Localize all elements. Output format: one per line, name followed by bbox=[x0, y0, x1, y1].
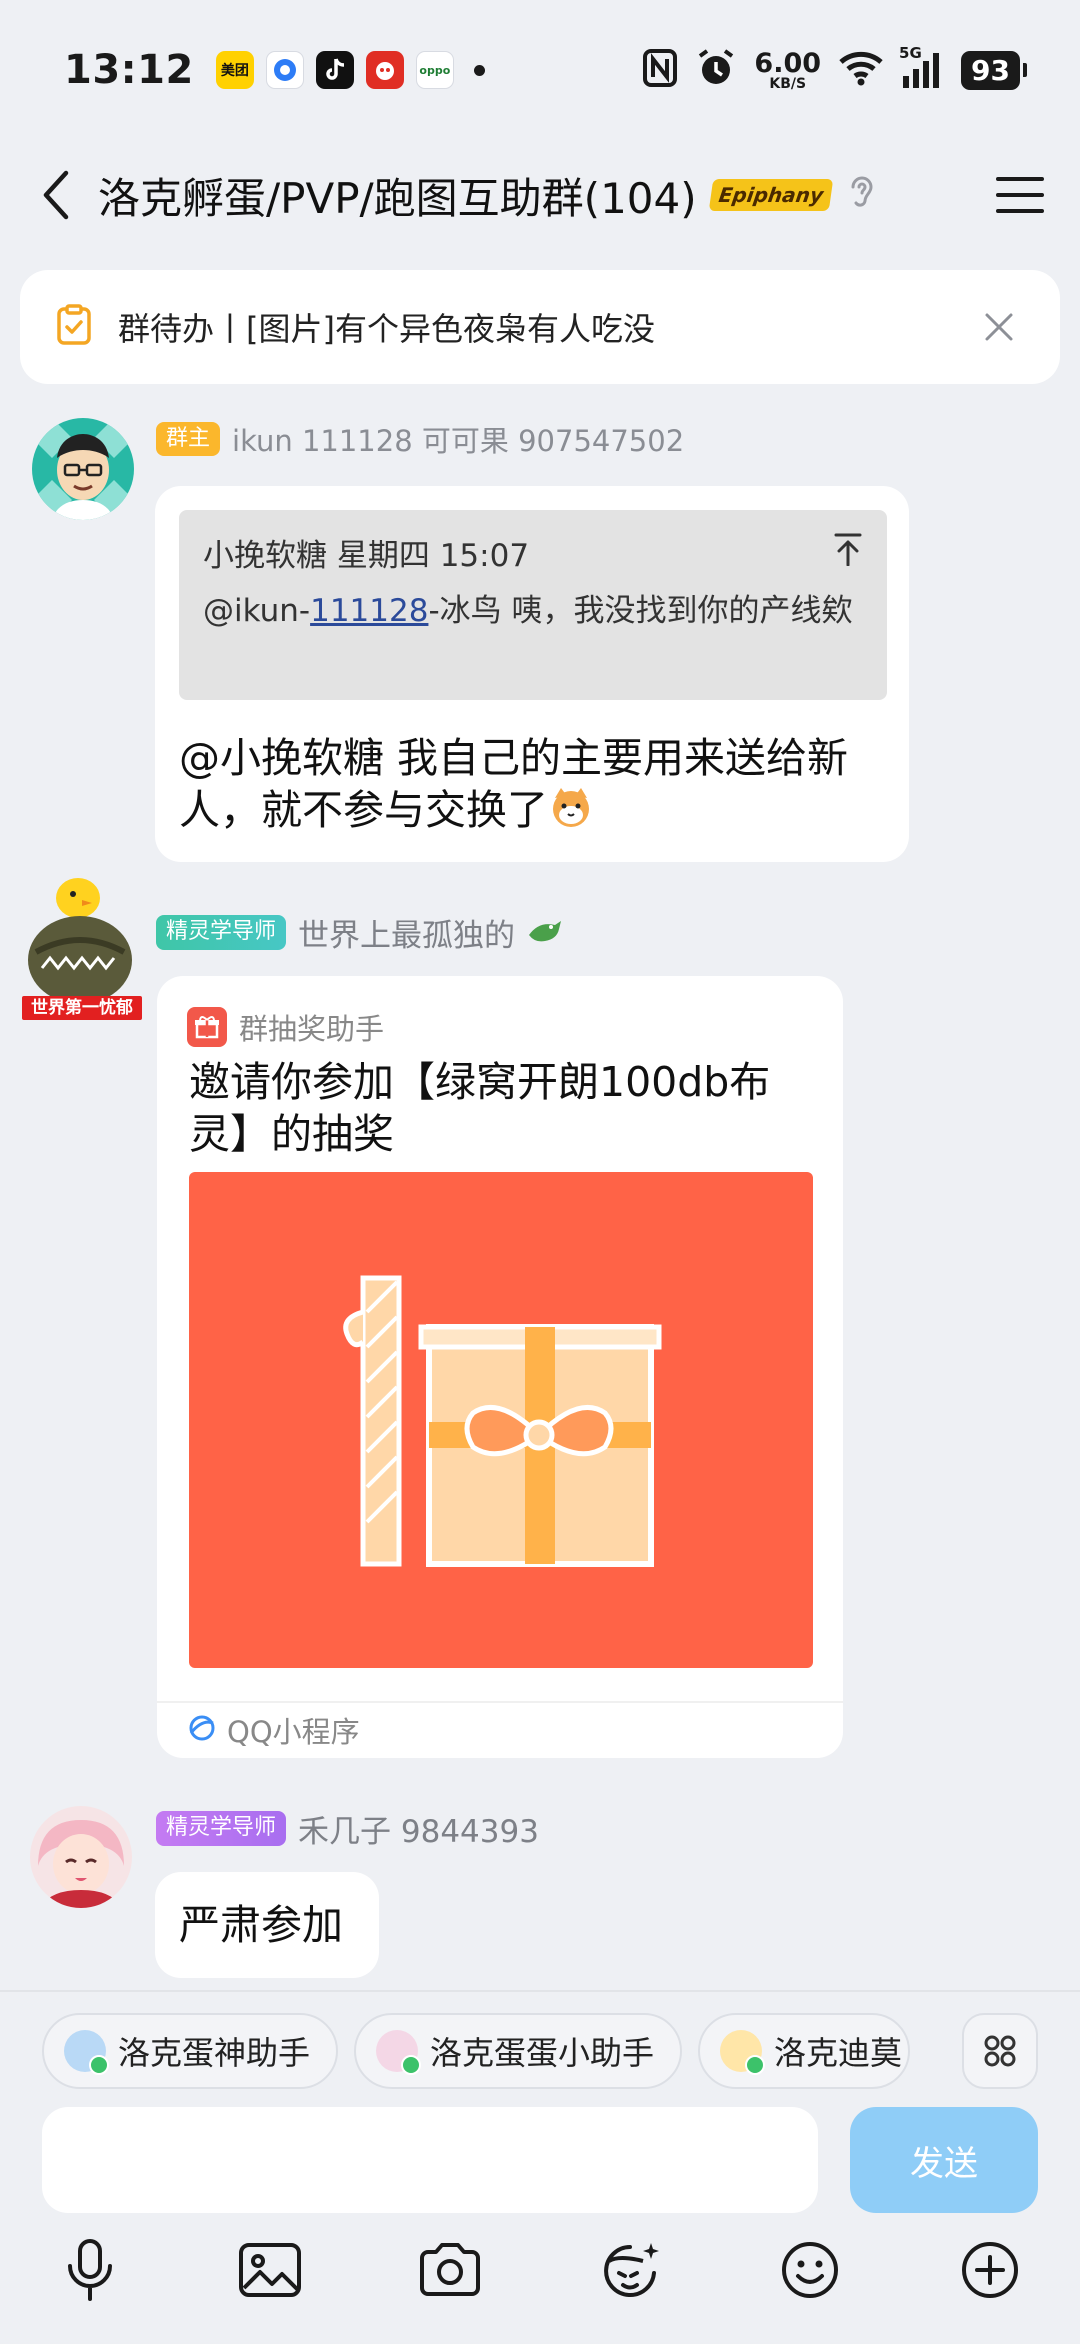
sender-name[interactable]: ikun 111128 可可果 907547502 bbox=[232, 418, 684, 460]
bot-chip[interactable]: 洛克迪莫 bbox=[698, 2013, 911, 2089]
meituan-app-icon: 美团 bbox=[215, 51, 254, 89]
jump-to-quote-icon[interactable] bbox=[833, 532, 863, 574]
battery-indicator: 93 bbox=[961, 50, 1027, 90]
hamburger-menu-icon bbox=[996, 177, 1044, 213]
bot-avatar-icon bbox=[720, 2030, 766, 2075]
owner-tag: 群主 bbox=[156, 421, 221, 457]
message-input[interactable] bbox=[42, 2107, 818, 2213]
clock: 13:12 bbox=[64, 47, 194, 93]
camera-button[interactable] bbox=[410, 2230, 490, 2310]
bot-chip[interactable]: 洛克蛋蛋小助手 bbox=[354, 2013, 683, 2089]
quote-author-time: 小挽软糖 星期四 15:07 bbox=[203, 538, 530, 574]
sender-name[interactable]: 世界上最孤独的 bbox=[298, 910, 515, 955]
close-todo-button[interactable] bbox=[974, 302, 1024, 352]
message-bubble[interactable]: 小挽软糖 星期四 15:07 @ikun-111128-冰鸟 咦，我没找到你的产… bbox=[155, 486, 909, 862]
mini-program-label: QQ小程序 bbox=[227, 1715, 360, 1749]
sender-line: 群主 ikun 111128 可可果 907547502 bbox=[156, 418, 684, 460]
mini-program-title: 邀请你参加【绿窝开朗100db布灵】的抽奖 bbox=[189, 1058, 771, 1158]
avatar-caption: 世界第一忧郁 bbox=[31, 998, 133, 1018]
message-bubble[interactable]: 严肃参加 bbox=[155, 1872, 379, 1978]
bot-shortcut-row: 洛克蛋神助手 洛克蛋蛋小助手 洛克迪莫 bbox=[0, 1990, 1080, 2110]
bot-chip[interactable]: 洛克蛋神助手 bbox=[42, 2013, 339, 2089]
ear-icon[interactable] bbox=[847, 173, 877, 217]
group-level-badge: Epiphany bbox=[708, 179, 834, 211]
wifi-icon bbox=[839, 50, 883, 90]
mini-program-card[interactable]: 群抽奖助手 邀请你参加【绿窝开朗100db布灵】的抽奖 QQ小程序 bbox=[157, 976, 843, 1758]
avatar[interactable]: 世界第一忧郁 bbox=[18, 870, 146, 1022]
plus-circle-icon bbox=[962, 2242, 1018, 2298]
baidu-app-icon bbox=[265, 51, 304, 89]
image-icon bbox=[239, 2243, 301, 2297]
bot-label: 洛克迪莫 bbox=[774, 2034, 903, 2072]
todo-text: 群待办丨[图片]有个异色夜枭有人吃没 bbox=[118, 310, 655, 348]
avatar[interactable] bbox=[32, 418, 134, 520]
sender-name[interactable]: 禾几子 9844393 bbox=[298, 1806, 539, 1851]
ai-avatar-button[interactable] bbox=[590, 2230, 670, 2310]
pinduoduo-app-icon bbox=[365, 51, 404, 89]
mentor-tag: 精灵学导师 bbox=[156, 915, 287, 950]
message-text: 严肃参加 bbox=[179, 1901, 343, 1949]
gift-illustration bbox=[189, 1172, 813, 1668]
send-button[interactable]: 发送 bbox=[850, 2107, 1038, 2213]
back-button[interactable] bbox=[30, 165, 80, 225]
bot-label: 洛克蛋神助手 bbox=[118, 2034, 311, 2072]
grid-icon bbox=[984, 2035, 1016, 2067]
more-actions-button[interactable] bbox=[950, 2230, 1030, 2310]
qq-mini-program-icon bbox=[187, 1713, 217, 1747]
alarm-icon bbox=[696, 48, 736, 92]
cellular-signal-icon: 5G bbox=[899, 44, 943, 90]
mention-link[interactable]: 111128 bbox=[310, 593, 428, 629]
shiba-emoji-icon bbox=[548, 784, 594, 842]
camera-icon bbox=[420, 2243, 480, 2296]
nfc-icon bbox=[642, 48, 678, 92]
group-title[interactable]: 洛克孵蛋/PVP/跑图互助群(104) bbox=[98, 165, 697, 226]
quote-text: @ikun-111128-冰鸟 咦，我没找到你的产线欸 bbox=[203, 593, 853, 629]
message-text: @小挽软糖 我自己的主要用来送给新人，就不参与交换了 bbox=[179, 732, 879, 842]
status-bar: 13:12 美团 oppo 6.00 KB/S 5G 93 bbox=[0, 0, 1080, 140]
notification-dot-icon bbox=[473, 64, 485, 76]
sender-line: 精灵学导师 世界上最孤独的 bbox=[156, 910, 563, 955]
menu-button[interactable] bbox=[990, 165, 1050, 225]
todo-clipboard-icon bbox=[56, 304, 92, 350]
avatar[interactable] bbox=[30, 1806, 132, 1908]
reply-quote[interactable]: 小挽软糖 星期四 15:07 @ikun-111128-冰鸟 咦，我没找到你的产… bbox=[179, 510, 887, 700]
mini-program-source: 群抽奖助手 bbox=[239, 1012, 385, 1046]
voice-button[interactable] bbox=[50, 2230, 130, 2310]
smiley-icon bbox=[782, 2242, 838, 2298]
mini-program-footer: QQ小程序 bbox=[157, 1701, 843, 1757]
tiktok-app-icon bbox=[315, 51, 354, 89]
network-speed: 6.00 KB/S bbox=[754, 47, 822, 92]
mentor-tag: 精灵学导师 bbox=[156, 1811, 287, 1846]
close-icon bbox=[985, 313, 1013, 341]
group-todo-banner[interactable]: 群待办丨[图片]有个异色夜枭有人吃没 bbox=[20, 270, 1060, 384]
sender-line: 精灵学导师 禾几子 9844393 bbox=[156, 1806, 539, 1851]
emoji-button[interactable] bbox=[770, 2230, 850, 2310]
chevron-left-icon bbox=[43, 170, 69, 220]
bot-label: 洛克蛋蛋小助手 bbox=[430, 2034, 655, 2072]
crocodile-emoji-icon bbox=[527, 917, 563, 949]
more-bots-button[interactable] bbox=[962, 2013, 1038, 2089]
oppo-app-icon: oppo bbox=[415, 51, 454, 89]
bot-avatar-icon bbox=[64, 2030, 109, 2075]
gift-source-icon bbox=[187, 1007, 227, 1047]
microphone-icon bbox=[68, 2239, 112, 2301]
input-toolbar bbox=[0, 2230, 1080, 2330]
chat-header: 洛克孵蛋/PVP/跑图互助群(104) Epiphany bbox=[0, 140, 1080, 250]
bot-avatar-icon bbox=[376, 2030, 422, 2075]
album-button[interactable] bbox=[230, 2230, 310, 2310]
sparkle-face-icon bbox=[604, 2243, 659, 2297]
